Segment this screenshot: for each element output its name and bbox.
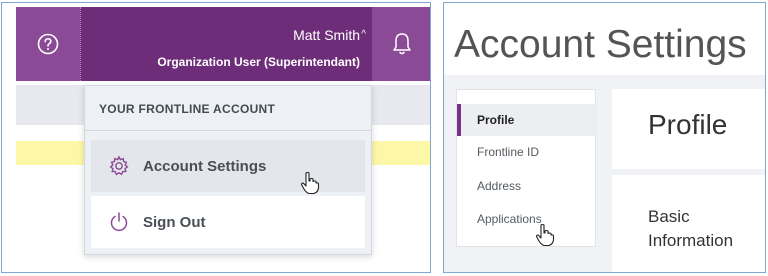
- bell-icon: [392, 33, 411, 55]
- notifications-button[interactable]: [372, 7, 430, 81]
- divider: [85, 130, 371, 131]
- nav-item-profile[interactable]: Profile: [457, 104, 597, 136]
- help-button[interactable]: [16, 7, 80, 81]
- nav-item-address[interactable]: Address: [457, 170, 597, 202]
- profile-section-card: Profile: [612, 89, 765, 169]
- gear-icon: [99, 155, 139, 177]
- basic-information-card: Basic Information: [612, 175, 765, 272]
- account-menu-screenshot: Matt Smith ^ Organization User (Superint…: [1, 2, 431, 273]
- user-name: Matt Smith: [293, 27, 360, 43]
- nav-item-frontline-id[interactable]: Frontline ID: [457, 136, 597, 168]
- settings-side-nav: Profile Frontline ID Address Application…: [456, 89, 597, 247]
- section-heading: Profile: [648, 109, 728, 140]
- dropdown-header: YOUR FRONTLINE ACCOUNT: [99, 102, 276, 116]
- help-icon: [37, 33, 59, 55]
- sign-out-menu-item[interactable]: Sign Out: [91, 196, 365, 248]
- user-menu-button[interactable]: Matt Smith ^ Organization User (Superint…: [80, 7, 372, 81]
- top-bar: Matt Smith ^ Organization User (Superint…: [16, 7, 430, 81]
- nav-item-applications[interactable]: Applications: [457, 203, 597, 235]
- hand-cursor-icon: [535, 223, 555, 247]
- sign-out-label: Sign Out: [143, 213, 206, 231]
- page-title: Account Settings: [454, 23, 747, 66]
- account-dropdown-menu: YOUR FRONTLINE ACCOUNT Account Settings: [84, 85, 372, 255]
- account-settings-menu-item[interactable]: Account Settings: [91, 140, 365, 192]
- power-icon: [99, 211, 139, 233]
- chevron-up-icon: ^: [361, 29, 366, 40]
- user-role: Organization User (Superintendant): [157, 55, 360, 69]
- account-settings-screenshot: Account Settings Profile Frontline ID Ad…: [443, 2, 766, 273]
- hand-cursor-icon: [300, 171, 320, 195]
- account-settings-label: Account Settings: [143, 157, 267, 175]
- basic-information-label: Basic Information: [648, 207, 734, 250]
